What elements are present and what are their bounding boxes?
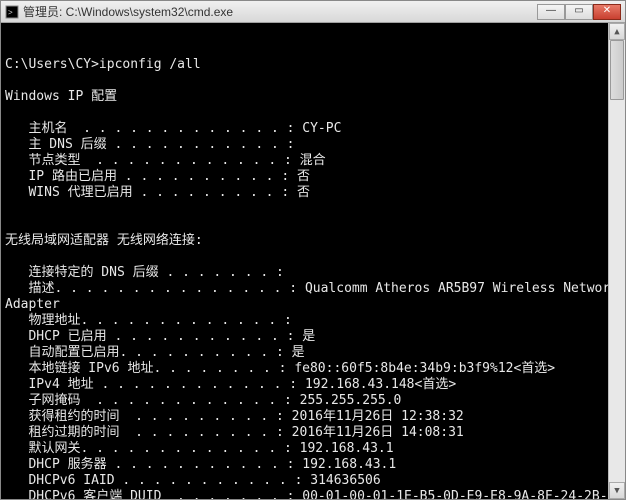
row-label: 获得租约的时间 . . . . . . . . . : [5,409,292,425]
output-row: 默认网关. . . . . . . . . . . . . : 192.168.… [5,441,604,457]
row-label: 描述. . . . . . . . . . . . . . . : [5,281,305,297]
row-value: 否 [297,185,310,201]
row-label: IPv4 地址 . . . . . . . . . . . . : [5,377,305,393]
output-row: 连接特定的 DNS 后缀 . . . . . . . : [5,265,604,281]
row-label: DHCP 已启用 . . . . . . . . . . . : [5,329,302,345]
output-row: IPv4 地址 . . . . . . . . . . . . : 192.16… [5,377,604,393]
section-header: Windows IP 配置 [5,89,117,104]
output-row: 描述. . . . . . . . . . . . . . . : Qualco… [5,281,604,297]
output-row: DHCP 已启用 . . . . . . . . . . . : 是 [5,329,604,345]
cmd-window: > 管理员: C:\Windows\system32\cmd.exe — ▭ ✕… [0,0,626,500]
cmd-icon: > [5,5,19,19]
row-label: Adapter [5,297,60,313]
blank-line [5,105,13,120]
terminal-output[interactable]: C:\Users\CY>ipconfig /all Windows IP 配置 … [1,23,608,499]
svg-text:>: > [8,8,13,17]
output-row: WINS 代理已启用 . . . . . . . . . : 否 [5,185,604,201]
row-value: fe80::60f5:8b4e:34b9:b3f9%12<首选> [294,361,555,377]
output-row: DHCPv6 客户端 DUID . . . . . . . : 00-01-00… [5,489,604,499]
output-row: Adapter [5,297,604,313]
vertical-scrollbar[interactable]: ▲ ▼ [608,23,625,499]
blank-line [5,73,13,88]
row-label: 主机名 . . . . . . . . . . . . . : [5,121,302,137]
row-label: 主 DNS 后缀 . . . . . . . . . . . : [5,137,302,153]
ipconfig-section: 主机名 . . . . . . . . . . . . . : CY-PC 主 … [5,121,604,201]
row-label: WINS 代理已启用 . . . . . . . . . : [5,185,297,201]
output-row: 租约过期的时间 . . . . . . . . . : 2016年11月26日 … [5,425,604,441]
row-value: CY-PC [302,121,341,137]
maximize-button[interactable]: ▭ [565,4,593,20]
row-value: 00-01-00-01-1E-B5-0D-E9-E8-9A-8F-24-2B-B… [302,489,608,499]
row-label: 自动配置已启用. . . . . . . . . . : [5,345,292,361]
row-value: 否 [297,169,310,185]
window-buttons: — ▭ ✕ [537,4,621,20]
row-label: DHCP 服务器 . . . . . . . . . . . : [5,457,302,473]
output-row: 子网掩码 . . . . . . . . . . . . : 255.255.2… [5,393,604,409]
blank-line [5,217,13,232]
adapter-section: 连接特定的 DNS 后缀 . . . . . . . : 描述. . . . .… [5,265,604,499]
scroll-thumb[interactable] [610,40,624,100]
row-label: 物理地址. . . . . . . . . . . . . : [5,313,300,329]
scroll-up-button[interactable]: ▲ [609,23,625,40]
output-row: DHCPv6 IAID . . . . . . . . . . . : 3146… [5,473,604,489]
prompt-line: C:\Users\CY>ipconfig /all [5,57,201,72]
row-value: 2016年11月26日 12:38:32 [292,409,464,425]
close-button[interactable]: ✕ [593,4,621,20]
minimize-button[interactable]: — [537,4,565,20]
row-label: DHCPv6 客户端 DUID . . . . . . . : [5,489,302,499]
output-row: 获得租约的时间 . . . . . . . . . : 2016年11月26日 … [5,409,604,425]
output-row: IP 路由已启用 . . . . . . . . . . : 否 [5,169,604,185]
row-value: 314636506 [310,473,380,489]
output-row: DHCP 服务器 . . . . . . . . . . . : 192.168… [5,457,604,473]
blank-line [5,41,13,56]
row-value: 是 [292,345,305,361]
row-value: 192.168.43.148<首选> [305,377,456,393]
window-title: 管理员: C:\Windows\system32\cmd.exe [23,3,537,20]
row-value: 192.168.43.1 [300,441,394,457]
row-label: 子网掩码 . . . . . . . . . . . . : [5,393,300,409]
output-row: 主 DNS 后缀 . . . . . . . . . . . : [5,137,604,153]
output-row: 物理地址. . . . . . . . . . . . . : [5,313,604,329]
row-value: 是 [302,329,315,345]
output-row: 本地链接 IPv6 地址. . . . . . . . : fe80::60f5… [5,361,604,377]
blank-line [5,249,13,264]
scroll-track[interactable] [609,40,625,482]
output-row: 主机名 . . . . . . . . . . . . . : CY-PC [5,121,604,137]
row-value: 2016年11月26日 14:08:31 [292,425,464,441]
row-value: 混合 [300,153,326,169]
terminal-area: C:\Users\CY>ipconfig /all Windows IP 配置 … [1,23,625,499]
row-label: 连接特定的 DNS 后缀 . . . . . . . : [5,265,292,281]
row-label: 默认网关. . . . . . . . . . . . . : [5,441,300,457]
row-label: 本地链接 IPv6 地址. . . . . . . . : [5,361,294,377]
scroll-down-button[interactable]: ▼ [609,482,625,499]
output-row: 节点类型 . . . . . . . . . . . . : 混合 [5,153,604,169]
row-label: IP 路由已启用 . . . . . . . . . . : [5,169,297,185]
adapter-header: 无线局域网适配器 无线网络连接: [5,233,203,248]
row-value: 192.168.43.1 [302,457,396,473]
row-label: 租约过期的时间 . . . . . . . . . : [5,425,292,441]
row-label: DHCPv6 IAID . . . . . . . . . . . : [5,473,310,489]
row-value: Qualcomm Atheros AR5B97 Wireless Network [305,281,608,297]
output-row: 自动配置已启用. . . . . . . . . . : 是 [5,345,604,361]
row-label: 节点类型 . . . . . . . . . . . . : [5,153,300,169]
titlebar[interactable]: > 管理员: C:\Windows\system32\cmd.exe — ▭ ✕ [1,1,625,23]
row-value: 255.255.255.0 [300,393,402,409]
